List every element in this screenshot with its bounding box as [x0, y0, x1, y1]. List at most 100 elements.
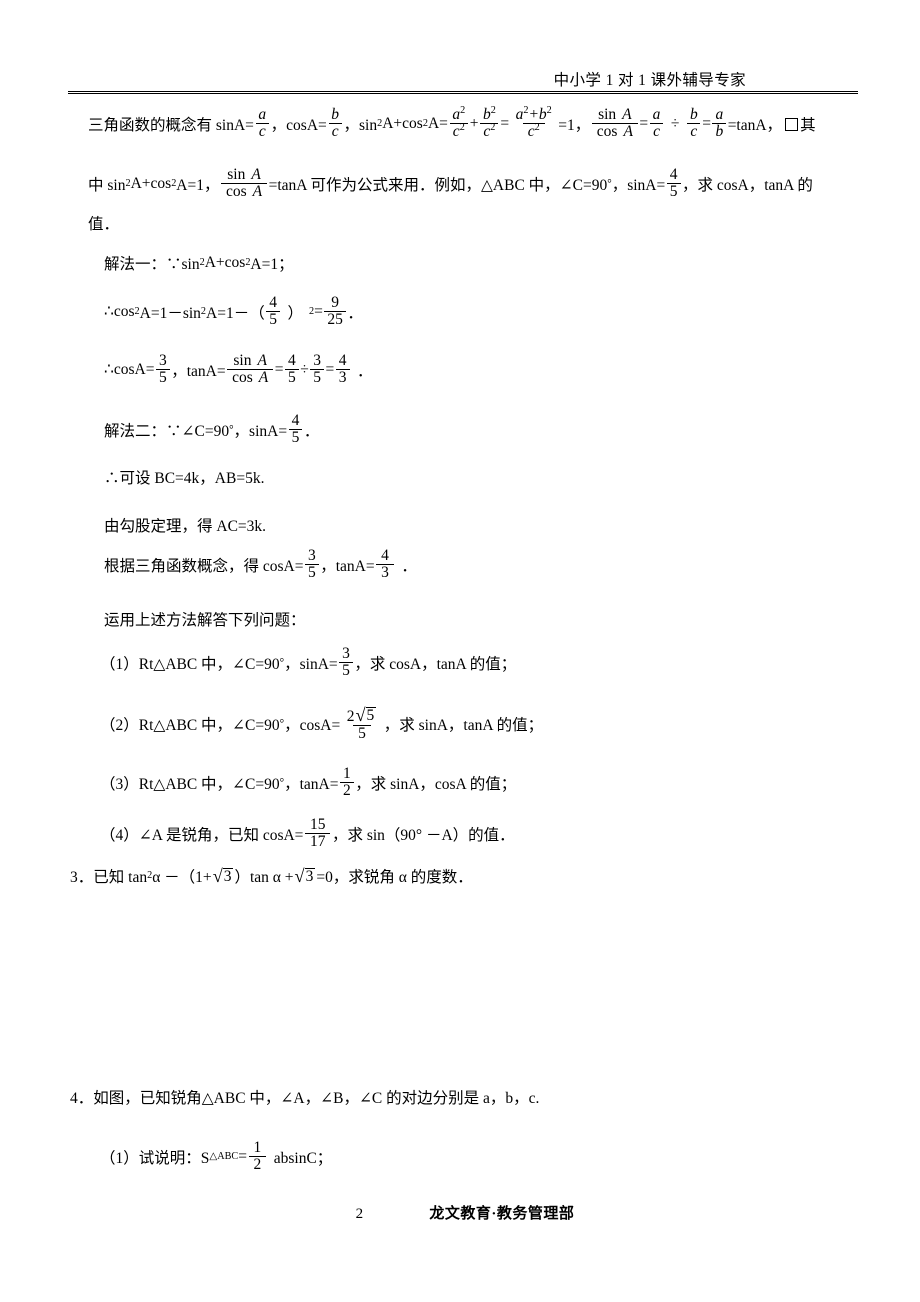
item2-mid: ，cosA= — [284, 717, 341, 735]
fraction-4-over-5: 4 5 — [288, 412, 303, 446]
item4-label: （4）∠A 是锐角，已知 cosA= — [100, 826, 304, 844]
s1l2-mid: A=1－sin — [139, 304, 201, 322]
solution1-lead: 解法一：∵sin — [104, 256, 200, 273]
item1-mid: ，sinA= — [284, 655, 338, 673]
fraction-3-over-5: 3 5 — [304, 547, 319, 581]
placeholder-box-icon — [785, 118, 799, 132]
item1-tail: ，求 cosA，tanA 的值； — [354, 655, 517, 673]
solution-2-line-4: 根据三角函数概念，得 cosA= 3 5 ，tanA= 4 3 ． — [104, 547, 417, 581]
s2-mid: ，sinA= — [233, 422, 288, 440]
item3-tail: ，求 sinA，cosA 的值； — [355, 775, 517, 793]
intro-plus: + — [469, 114, 479, 132]
intro-eq-3: = — [702, 114, 711, 132]
intro2-tail: ，求 cosA，tanA 的 — [682, 176, 813, 194]
problem-4-item-1: （1）试说明：S △ABC = 1 2 absinC； — [100, 1138, 333, 1173]
problem3-alpha-1: α －（1+ — [152, 869, 212, 886]
frac-den: c2 — [449, 122, 468, 140]
solution1-mid: A+cos — [204, 254, 246, 271]
s1l3-lead: ∴cosA= — [104, 361, 155, 379]
fraction-3-over-5-b: 3 5 — [310, 352, 324, 386]
fraction-sinA-over-cosA: sin A cos A — [591, 105, 638, 140]
frac-den: c2 — [522, 122, 545, 140]
solution-1-title: 解法一：∵sin 2 A+cos 2 A=1； — [104, 254, 294, 273]
fraction-4-over-5: 4 5 — [666, 166, 681, 200]
item4-tail: ，求 sin（90° －A）的值． — [331, 826, 515, 844]
item1-label: （1）Rt△ABC 中，∠C=90 — [100, 655, 280, 673]
header-divider — [68, 91, 858, 95]
sub-item-2: （2）Rt△ABC 中，∠C=90 ° ，cosA= 2 √ 5 5 ，求 sinA… — [100, 705, 544, 742]
problem-3: 3． 已知 tan 2 α －（1+ √ 3 ）tan α + √ 3 =0，求锐角… — [70, 866, 473, 887]
prompt-text: 运用上述方法解答下列问题： — [104, 612, 306, 629]
frac-num: sin A — [233, 351, 267, 369]
solution-2-title: 解法二：∵∠C=90 ° ，sinA= 4 5 ． — [104, 411, 320, 446]
fraction-1-over-2: 1 2 — [339, 765, 354, 799]
s1l2-tail: ． — [347, 304, 363, 322]
item3-mid: ，tanA= — [284, 775, 339, 793]
frac-num: sin A — [227, 165, 261, 183]
problem3-tail: =0，求锐角 α 的度数． — [316, 869, 473, 886]
footer-note: 龙文教育·教务管理部 — [429, 1206, 575, 1222]
intro-tail: 其 — [800, 116, 816, 134]
sub-item-4: （4）∠A 是锐角，已知 cosA= 15 17 ，求 sin（90° －A）的… — [100, 816, 515, 850]
solution-1-line-3: ∴cosA= 3 5 ，tanA= sin A cos A = 4 5 ÷ 3 5 … — [104, 351, 373, 386]
p4i1-eq: = — [238, 1147, 247, 1165]
s1l2-eq: = — [314, 302, 323, 320]
frac-num: a2+b2 — [515, 104, 552, 123]
item2-label: （2）Rt△ABC 中，∠C=90 — [100, 717, 280, 735]
fraction-15-over-17: 15 17 — [304, 816, 331, 850]
intro-mid-1: A+cos — [382, 114, 423, 132]
s1l3-eq: = — [274, 360, 284, 378]
intro-sep-2: ，sin — [343, 116, 378, 134]
worksheet-page: 中小学 1 对 1 课外辅导专家 三角函数的概念有 sinA= a c ，cos… — [0, 0, 920, 1302]
s2-lead: 解法二：∵∠C=90 — [104, 422, 230, 440]
fraction-4-over-3: 4 3 — [335, 352, 350, 386]
intro-tana: =tanA， — [727, 116, 783, 134]
solution1-tail: A=1； — [250, 256, 294, 273]
s2l2-text: ∴可设 BC=4k，AB=5k. — [104, 470, 265, 487]
square-root-icon: √ 3 — [212, 866, 234, 887]
sub-item-1: （1）Rt△ABC 中，∠C=90 ° ，sinA= 3 5 ，求 cosA，t… — [100, 644, 517, 679]
frac-num: a2 — [452, 104, 466, 123]
intro2-mid: A+cos — [130, 174, 172, 192]
s1l2-close: ） — [287, 304, 303, 322]
intro2-mid-2: A=1， — [176, 176, 220, 194]
intro-lead: 三角函数的概念有 sinA= — [88, 116, 254, 134]
intro2-lead: 中 sin — [88, 176, 126, 194]
fraction-2sqrt5-over-5: 2 √ 5 5 — [342, 706, 383, 742]
intro-mid-2: A= — [427, 114, 448, 132]
intro-eq-1: = — [500, 114, 510, 132]
solution-1-line-2: ∴cos 2 A=1－sin 2 A=1－（ 4 5 ） 2 = 9 25 ． — [104, 293, 363, 328]
frac-den: cos A — [220, 182, 268, 200]
intro-eq-one: =1， — [558, 116, 591, 134]
page-number: 2 — [355, 1206, 364, 1222]
fraction-3-over-5: 3 5 — [339, 645, 353, 679]
s1l3-eq-2: = — [325, 360, 335, 378]
fraction-3-over-5: 3 5 — [155, 352, 170, 386]
apply-prompt: 运用上述方法解答下列问题： — [104, 608, 306, 630]
s2l3-text: 由勾股定理，得 AC=3k. — [104, 518, 267, 535]
fraction-4-over-3: 4 3 — [376, 547, 394, 581]
problem3-mid: ）tan α + — [234, 869, 294, 886]
fraction-b-over-c-2: b c — [687, 106, 701, 140]
fraction-a-over-b: a b — [712, 106, 727, 140]
fraction-a-over-c: a c — [255, 106, 269, 140]
s1l2-lead: ∴cos — [104, 303, 135, 321]
division-sign: ÷ — [300, 360, 309, 378]
intro-sep-1: ，cosA= — [270, 116, 327, 134]
frac-den: cos A — [227, 368, 274, 386]
problem3-number: 3． — [70, 869, 94, 886]
solution-2-line-2: ∴可设 BC=4k，AB=5k. — [104, 466, 264, 488]
fraction-sinA-over-cosA-3: sin A cos A — [227, 351, 274, 386]
s2l4-sep: ，tanA= — [320, 557, 375, 575]
s2l4-lead: 根据三角函数概念，得 cosA= — [104, 557, 304, 575]
s2-tail: ． — [303, 422, 320, 440]
intro-line-2: 中 sin 2 A+cos 2 A=1， sin A cos A =tanA 可作为… — [88, 165, 813, 200]
frac-num: b2 — [482, 104, 496, 123]
intro2-body: =tanA 可作为公式来用．例如，△ABC 中，∠C=90 — [268, 176, 608, 194]
fraction-sinA-over-cosA-2: sin A cos A — [220, 165, 268, 200]
fraction-b2-over-c2: b2 c2 — [480, 104, 499, 140]
intro-line-3: 值． — [88, 212, 119, 234]
fraction-4-over-5: 4 5 — [266, 294, 280, 328]
square-root-icon: √ 5 — [355, 705, 377, 725]
frac-num: sin A — [598, 105, 632, 123]
